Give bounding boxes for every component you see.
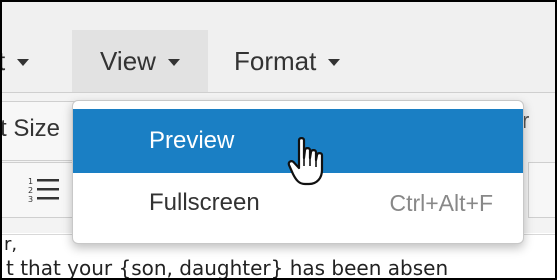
svg-text:1: 1	[28, 177, 33, 186]
editor-text-line: t that your {son, daughter} has been abs…	[6, 256, 449, 280]
caret-down-icon	[17, 59, 30, 66]
menu-edit[interactable]: t	[2, 30, 30, 92]
menu-item-fullscreen-shortcut: Ctrl+Alt+F	[389, 189, 493, 216]
menu-edit-label: t	[2, 48, 5, 74]
toolbar-right-button[interactable]	[528, 162, 555, 218]
hand-pointer-cursor-icon	[287, 137, 324, 186]
caret-down-icon	[167, 59, 180, 66]
svg-text:2: 2	[28, 186, 33, 195]
editor-window: t View Format t Size r 1 2 3 r, t that y…	[0, 0, 557, 280]
menu-item-preview-label: Preview	[149, 127, 235, 154]
menu-format-label: Format	[234, 46, 317, 76]
menu-view[interactable]: View	[72, 30, 208, 92]
font-size-label: t Size	[0, 115, 61, 142]
numbered-list-icon: 1 2 3	[28, 177, 59, 204]
menu-format[interactable]: Format	[220, 30, 341, 92]
editor-text-line: r,	[4, 234, 18, 255]
menu-item-fullscreen-label: Fullscreen	[149, 189, 260, 216]
caret-down-icon	[328, 59, 341, 66]
menu-view-label: View	[100, 46, 156, 76]
svg-text:3: 3	[28, 195, 33, 204]
